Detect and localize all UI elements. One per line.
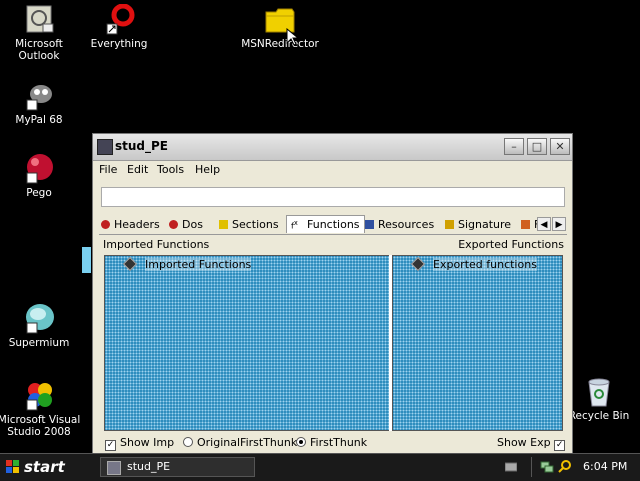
menu-help[interactable]: Help	[195, 163, 220, 176]
original-first-thunk-radio[interactable]: OriginalFirstThunk	[183, 436, 297, 449]
tab-headers[interactable]: Headers	[101, 218, 160, 231]
desktop-icon-msnredirector[interactable]: MSNRedirector	[237, 4, 323, 50]
tab-label: Sections	[232, 218, 279, 231]
imported-functions-header[interactable]: Imported Functions	[105, 256, 389, 272]
menu-bar: File Edit Tools Help	[93, 161, 572, 179]
check-icon: ✓	[554, 440, 566, 451]
desktop-icon-label: Pego	[26, 187, 52, 199]
desktop-icon-label: MSNRedirector	[241, 38, 319, 50]
tab-sections[interactable]: Sections	[219, 218, 279, 231]
app-icon	[97, 139, 113, 155]
desktop-icon-label: Studio 2008	[7, 426, 71, 438]
tab-scroll-right-button[interactable]: ▶	[552, 217, 566, 231]
outlook-icon	[23, 4, 55, 36]
radio-selected-icon	[296, 437, 306, 447]
exported-functions-label: Exported Functions	[458, 238, 564, 251]
desktop-icon-label: Everything	[90, 38, 148, 50]
signature-icon	[445, 220, 454, 229]
tab-resources[interactable]: Resources	[365, 218, 434, 231]
desktop-icon-label: Outlook	[18, 50, 60, 62]
tab-strip: Headers Dos Sections fx Functions Resourc…	[99, 215, 567, 235]
imported-functions-header-label: Imported Functions	[145, 258, 252, 271]
tree-node-icon	[410, 256, 426, 272]
show-exp-label: Show Exp	[497, 436, 551, 449]
desktop-icon-pego[interactable]: Pego	[0, 153, 82, 199]
first-thunk-radio[interactable]: FirstThunk	[296, 436, 367, 449]
title-bar[interactable]: stud_PE – □ ✕	[93, 134, 572, 161]
background-window-edge	[82, 247, 91, 273]
minimize-button[interactable]: –	[504, 138, 524, 155]
tray-divider	[531, 457, 532, 477]
tab-signature[interactable]: Signature	[445, 218, 511, 231]
desktop-icon-label: Microsoft	[15, 38, 63, 50]
tab-label: Resources	[378, 218, 435, 231]
show-imp-checkbox[interactable]: ✓ Show Imp	[105, 436, 174, 451]
visual-studio-icon	[23, 380, 55, 412]
tab-dos[interactable]: Dos	[169, 218, 203, 231]
exported-functions-list[interactable]: Exported functions	[392, 255, 563, 431]
exported-functions-header[interactable]: Exported functions	[393, 256, 562, 272]
radio-icon	[183, 437, 193, 447]
menu-file[interactable]: File	[99, 163, 117, 176]
show-imp-label: Show Imp	[120, 436, 175, 449]
menu-tools[interactable]: Tools	[157, 163, 184, 176]
original-first-thunk-label: OriginalFirstThunk	[197, 436, 298, 449]
first-thunk-label: FirstThunk	[310, 436, 368, 449]
desktop-icon-supermium[interactable]: Supermium	[0, 303, 82, 349]
menu-edit[interactable]: Edit	[127, 163, 148, 176]
toolbar	[101, 187, 565, 207]
taskbar: start stud_PE 6:04 PM	[0, 453, 640, 481]
exported-functions-header-label: Exported functions	[433, 258, 537, 271]
tab-functions[interactable]: fx Functions	[286, 215, 365, 233]
show-exp-checkbox[interactable]: Show Exp ✓	[497, 436, 569, 451]
close-button[interactable]: ✕	[550, 138, 570, 155]
imported-functions-list[interactable]: Imported Functions	[104, 255, 390, 431]
imported-functions-label: Imported Functions	[103, 238, 210, 251]
sections-icon	[219, 220, 228, 229]
recycle-bin-icon	[583, 376, 615, 408]
start-label: start	[24, 458, 65, 476]
tree-node-icon	[122, 256, 138, 272]
mypal-icon	[23, 80, 55, 112]
clock[interactable]: 6:04 PM	[583, 460, 627, 473]
everything-icon	[103, 3, 135, 36]
keyboard-icon[interactable]	[505, 461, 517, 473]
desktop-icon-everything[interactable]: Everything	[76, 3, 162, 50]
tab-label: Functions	[307, 218, 360, 231]
taskbar-button-label: stud_PE	[127, 460, 171, 473]
dos-icon	[169, 220, 178, 229]
tab-label: Signature	[458, 218, 512, 231]
app-icon	[107, 461, 121, 475]
search-icon[interactable]	[558, 459, 572, 473]
network-icon[interactable]	[540, 459, 554, 473]
mouse-cursor-icon	[286, 28, 298, 46]
check-icon: ✓	[105, 440, 116, 451]
supermium-icon	[23, 303, 55, 335]
tab-scroll-left-button[interactable]: ◀	[537, 217, 551, 231]
desktop-icon-mypal[interactable]: MyPal 68	[0, 80, 82, 126]
maximize-button[interactable]: □	[527, 138, 547, 155]
start-button[interactable]: start	[2, 456, 76, 478]
stud-pe-window[interactable]: stud_PE – □ ✕ File Edit Tools Help Heade…	[92, 133, 573, 455]
pego-icon	[23, 153, 55, 185]
desktop-icon-visual-studio[interactable]: Microsoft Visual Studio 2008	[0, 380, 82, 438]
desktop-icon-label: Microsoft Visual	[0, 414, 81, 426]
resources-icon	[365, 220, 374, 229]
tab-label: Headers	[114, 218, 160, 231]
headers-icon	[101, 220, 110, 229]
taskbar-button-stud-pe[interactable]: stud_PE	[100, 457, 255, 477]
windows-flag-icon	[6, 460, 19, 473]
desktop-icon-label: Supermium	[8, 337, 70, 349]
desktop-icon-label: MyPal 68	[15, 114, 63, 126]
desktop-icon-outlook[interactable]: Microsoft Outlook	[0, 4, 82, 62]
functions-icon: fx	[291, 219, 298, 231]
tab-partial-icon	[521, 220, 530, 229]
window-title: stud_PE	[115, 139, 169, 153]
tab-label: Dos	[182, 218, 203, 231]
